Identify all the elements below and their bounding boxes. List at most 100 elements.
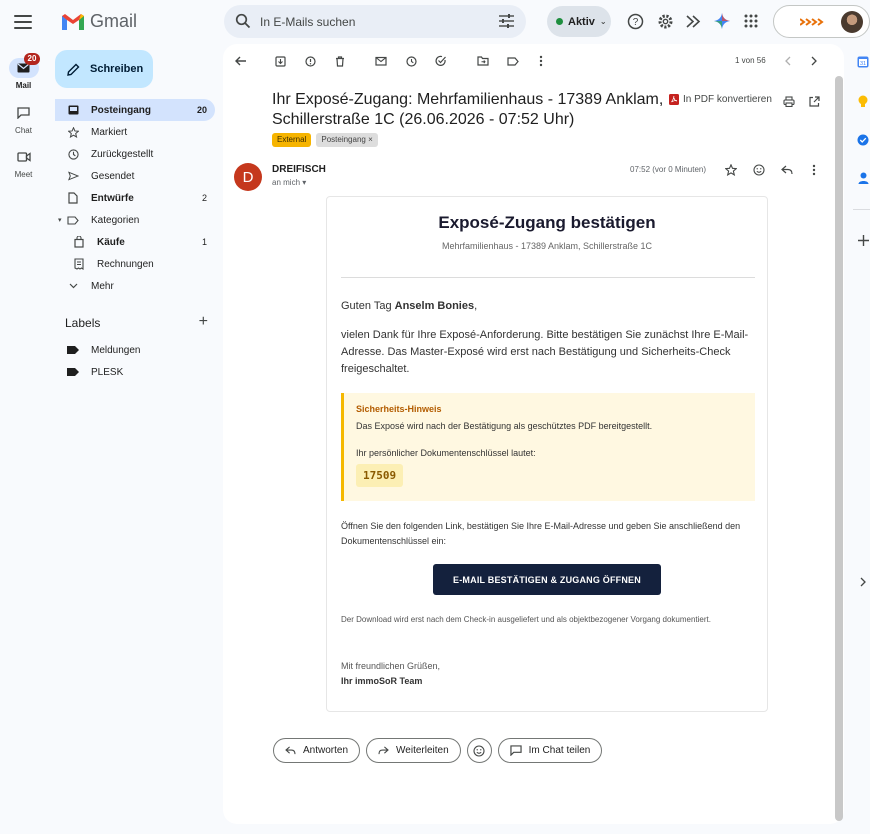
labels-heading: Labels [65,316,101,330]
sidebar-item-label-meldungen[interactable]: Meldungen [55,339,215,361]
sidebar-item-starred[interactable]: Markiert [55,121,215,143]
mark-unread-icon[interactable] [374,54,388,68]
divider [341,277,755,278]
help-icon[interactable]: ? [626,12,644,30]
share-in-chat-button[interactable]: Im Chat teilen [497,738,603,763]
sidebar-item-categories[interactable]: ▾ Kategorien [55,209,215,231]
older-chevron-icon[interactable] [807,54,821,68]
print-icon[interactable] [782,94,796,108]
reply-icon[interactable] [780,163,794,177]
label-as-icon[interactable] [506,54,520,68]
delete-trash-icon[interactable] [333,54,347,68]
snooze-clock-icon[interactable] [404,54,418,68]
sidebar-item-invoices[interactable]: Rechnungen [55,253,215,275]
gemini-sparkle-icon[interactable] [713,12,731,30]
forward-button[interactable]: Weiterleiten [366,738,461,763]
svg-text:?: ? [632,17,638,28]
receipt-icon [73,258,85,270]
search-icon[interactable] [235,13,251,29]
more-options-icon[interactable] [534,54,548,68]
reply-button[interactable]: Antworten [273,738,361,763]
tasks-icon[interactable] [856,133,870,147]
forward-icon [378,746,389,755]
message-timestamp: 07:52 (vor 0 Minuten) [630,165,707,174]
reply-actions: Antworten Weiterleiten Im Chat teilen [273,738,603,763]
sidebar-item-label: Gesendet [91,170,135,182]
emoji-reaction-icon[interactable] [752,163,766,177]
settings-gear-icon[interactable] [656,12,674,30]
signature: Ihr immoSoR Team [341,676,423,686]
purchases-count: 1 [201,237,207,247]
rail-item-chat[interactable]: Chat [0,103,47,135]
sidebar-item-more[interactable]: Mehr [55,275,215,297]
expand-panel-chevron-icon[interactable] [856,575,870,589]
back-arrow-icon[interactable] [234,54,248,68]
search-options-icon[interactable] [499,14,514,28]
move-to-folder-icon[interactable] [476,54,490,68]
emoji-icon [473,744,485,757]
report-spam-icon[interactable] [303,54,317,68]
open-in-new-window-icon[interactable] [807,94,821,108]
compose-button[interactable]: Schreiben [55,50,153,88]
message-more-icon[interactable] [807,163,821,177]
sidebar-item-snoozed[interactable]: Zurückgestellt [55,143,215,165]
convert-to-pdf-button[interactable]: In PDF konvertieren [669,94,772,105]
sidebar-item-purchases[interactable]: Käufe 1 [55,231,215,253]
emoji-react-button[interactable] [466,738,492,763]
greeting: Guten Tag Anselm Bonies, [341,300,477,312]
sidebar-item-drafts[interactable]: Entwürfe 2 [55,187,215,209]
external-badge: External [272,133,312,147]
contacts-icon[interactable] [856,171,870,185]
label-tag-icon [67,344,79,356]
confirm-email-button[interactable]: E-MAIL BESTÄTIGEN & ZUGANG ÖFFNEN [433,564,661,595]
sender-avatar[interactable]: D [234,163,262,191]
sidebar-item-label: Zurückgestellt [91,148,154,160]
archive-icon[interactable] [273,54,287,68]
greeting-suffix: , [474,300,478,312]
intro-paragraph: vielen Dank für Ihre Exposé-Anforderung.… [341,329,749,375]
search-input[interactable] [260,5,480,38]
email-title: Exposé-Zugang bestätigen [438,213,656,232]
draft-icon [67,192,79,204]
inbox-icon [67,104,79,116]
rail-item-meet[interactable]: Meet [0,147,47,179]
sidebar-item-inbox[interactable]: Posteingang 20 [55,99,215,121]
document-key-label: Ihr persönlicher Dokumentenschlüssel lau… [356,448,536,458]
share-in-chat-label: Im Chat teilen [528,745,591,756]
instructions-paragraph: Öffnen Sie den folgenden Link, bestätige… [341,521,741,546]
calendar-icon[interactable]: 31 [856,55,870,69]
sidebar-item-sent[interactable]: Gesendet [55,165,215,187]
side-panel-divider [853,209,870,210]
main-menu-icon[interactable] [12,12,34,32]
rail-item-mail[interactable]: 20 Mail [0,53,47,90]
search-bar[interactable] [224,5,526,38]
apps-grid-icon[interactable] [742,12,760,30]
notice-text: Das Exposé wird nach der Bestätigung als… [356,421,653,431]
mail-unread-badge: 20 [23,53,41,65]
sidebar-item-label: Markiert [91,126,128,138]
organization-logo [800,18,824,26]
sidebar-nav: Posteingang 20 Markiert Zurückgestellt G… [55,99,215,297]
add-addon-plus-icon[interactable] [856,233,870,247]
gemini-tools-icon[interactable] [684,12,702,30]
rail-label: Meet [14,170,33,179]
add-label-icon[interactable]: + [199,313,208,331]
recipient-details-toggle[interactable]: an mich ▾ [272,178,306,187]
user-avatar[interactable] [841,11,863,33]
inbox-label-chip[interactable]: Posteingang × [316,133,378,147]
sender-name[interactable]: DREIFISCH [272,164,326,175]
newer-chevron-icon[interactable] [781,54,795,68]
gmail-logo[interactable]: Gmail [62,11,137,32]
sidebar-item-label: Käufe [97,236,125,248]
scrollbar[interactable] [835,76,843,821]
add-task-icon[interactable] [434,54,448,68]
keep-bulb-icon[interactable] [856,94,870,108]
video-icon [16,152,31,162]
notice-title: Sicherheits-Hinweis [356,404,442,414]
status-dropdown[interactable]: Aktiv ⌄ [547,6,611,37]
download-note: Der Download wird erst nach dem Check-in… [341,615,711,624]
status-label: Aktiv [568,15,595,28]
sidebar-item-label-plesk[interactable]: PLESK [55,361,215,383]
star-icon[interactable] [724,163,738,177]
pencil-icon [67,63,80,76]
